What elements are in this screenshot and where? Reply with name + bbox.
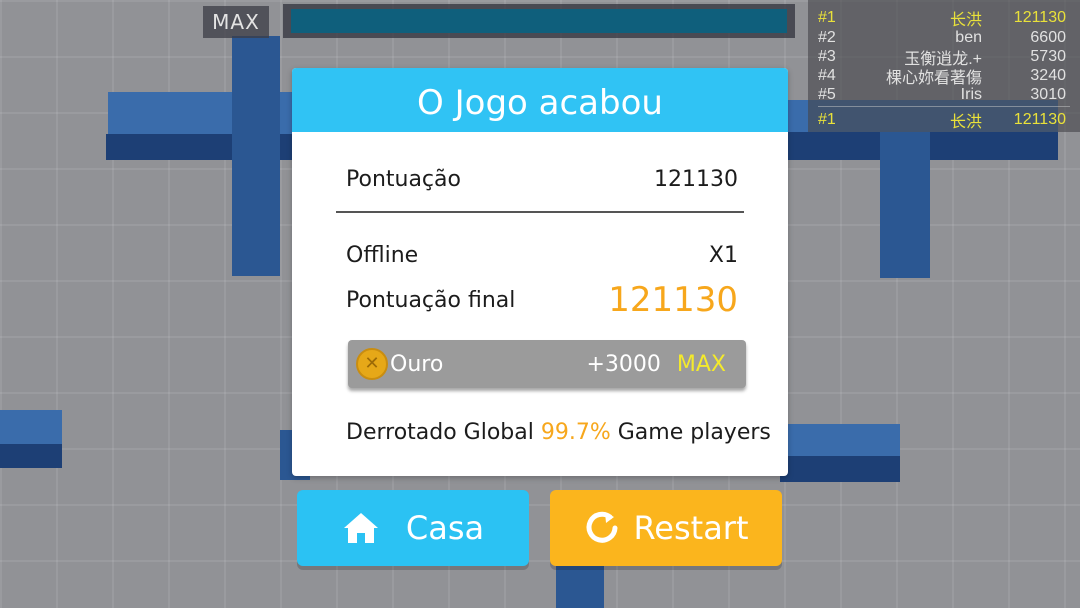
home-button-label: Casa — [405, 509, 485, 547]
progress-bar — [283, 4, 795, 38]
score-value: 121130 — [654, 166, 738, 192]
home-button[interactable]: Casa — [297, 490, 529, 566]
gold-amount: +3000 — [586, 351, 661, 377]
leaderboard-name: 棵心妳看著傷 — [885, 69, 982, 87]
restart-icon — [583, 509, 621, 547]
gold-reward-bar: ✕ Ouro +3000 MAX — [348, 340, 746, 388]
gold-label: Ouro — [390, 351, 444, 377]
coin-icon: ✕ — [356, 348, 388, 380]
leaderboard-name: 长洪 — [949, 113, 982, 131]
defeated-summary: Derrotado Global 99.7% Game players — [346, 420, 771, 445]
max-label: MAX — [203, 6, 269, 38]
leaderboard-row: #1 长洪 121130 — [818, 8, 1066, 29]
divider — [336, 211, 744, 213]
score-label: Pontuação — [346, 166, 461, 192]
defeated-percent: 99.7% — [540, 420, 611, 445]
leaderboard-score: 5730 — [1030, 47, 1066, 65]
score-row: Pontuação 121130 — [346, 164, 738, 194]
offline-row: Offline X1 — [346, 240, 738, 270]
restart-button-label: Restart — [633, 509, 749, 547]
defeated-prefix: Derrotado Global — [346, 420, 534, 445]
final-score-value: 121130 — [608, 280, 738, 320]
leaderboard-score: 6600 — [1030, 28, 1066, 46]
leaderboard-rank: #1 — [818, 8, 836, 26]
home-icon — [342, 511, 380, 545]
final-score-row: Pontuação final 121130 — [346, 278, 738, 322]
leaderboard-name: 长洪 — [949, 11, 982, 29]
dialog-title: O Jogo acabou — [292, 68, 788, 132]
leaderboard-rank: #4 — [818, 66, 836, 84]
gold-max-badge: MAX — [676, 351, 726, 377]
leaderboard-score: 3240 — [1030, 66, 1066, 84]
defeated-suffix: Game players — [617, 420, 771, 445]
restart-button[interactable]: Restart — [550, 490, 782, 566]
leaderboard-name: Iris — [960, 85, 982, 103]
leaderboard-rank: #2 — [818, 28, 836, 46]
final-score-label: Pontuação final — [346, 287, 516, 313]
leaderboard-rank: #1 — [818, 110, 836, 128]
leaderboard-score: 121130 — [1013, 8, 1066, 26]
leaderboard-row: #4 棵心妳看著傷 3240 — [818, 66, 1066, 87]
leaderboard-self-row: #1 长洪 121130 — [818, 110, 1066, 131]
leaderboard-score: 3010 — [1030, 85, 1066, 103]
leaderboard-row: #5 Iris 3010 — [818, 85, 1066, 104]
leaderboard: #1 长洪 121130 #2 ben 6600 #3 玉衡逍龙.+ 5730 … — [808, 0, 1080, 132]
offline-multiplier: X1 — [708, 242, 738, 268]
leaderboard-score: 121130 — [1013, 110, 1066, 128]
game-over-dialog: O Jogo acabou Pontuação 121130 Offline X… — [292, 68, 788, 476]
progress-fill — [291, 9, 787, 33]
offline-label: Offline — [346, 242, 419, 268]
leaderboard-rank: #3 — [818, 47, 836, 65]
leaderboard-rank: #5 — [818, 85, 836, 103]
